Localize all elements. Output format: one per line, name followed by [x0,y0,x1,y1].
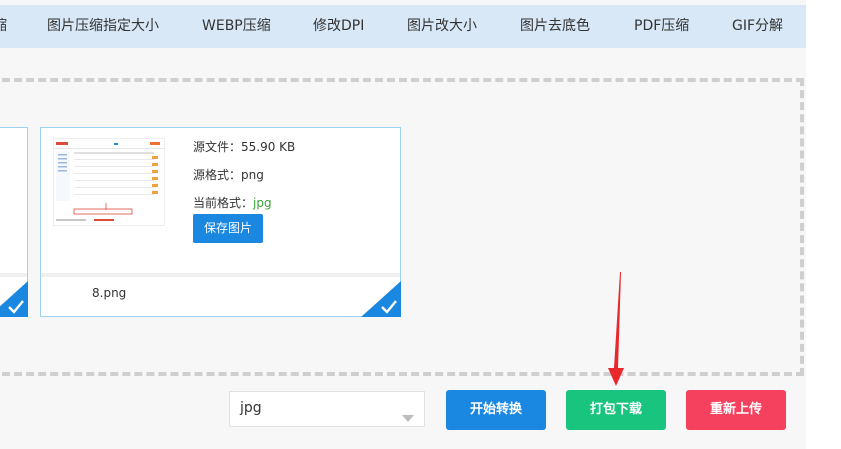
file-card[interactable]: 源文件：55.90 KB 源格式：png 当前格式：jpg 保存图片 8.png [40,127,401,317]
selected-check-icon [0,281,28,317]
nav-item-remove-background[interactable]: 图片去底色 [520,5,590,48]
nav-item-change-dpi[interactable]: 修改DPI [313,5,364,48]
nav-item-resize-image[interactable]: 图片改大小 [407,5,477,48]
source-format-info: 源格式：png [193,166,264,183]
selected-check-icon [361,281,401,317]
annotation-arrow-icon [604,272,628,388]
image-thumbnail [53,138,165,226]
source-format-label: 源格式： [193,168,242,182]
source-file-label: 源文件： [193,140,242,154]
file-card-previous[interactable] [0,127,28,317]
file-name: 8.png [92,286,127,300]
reupload-button[interactable]: 重新上传 [686,390,786,430]
start-convert-button[interactable]: 开始转换 [446,390,546,430]
nav-item-compress[interactable]: 缩 [0,5,7,48]
source-file-info: 源文件：55.90 KB [193,138,295,155]
nav-item-pdf-compress[interactable]: PDF压缩 [634,5,689,48]
source-file-size: 55.90 KB [241,140,296,154]
current-format-value: jpg [253,196,272,210]
pack-download-button[interactable]: 打包下载 [566,390,666,430]
card-divider [41,273,400,277]
page-margin [806,0,841,449]
output-format-value: jpg [240,400,262,416]
nav-item-webp-compress[interactable]: WEBP压缩 [202,5,271,48]
output-format-select[interactable]: jpg [229,391,425,427]
nav-item-gif-split[interactable]: GIF分解 [732,5,783,48]
top-nav: 缩 图片压缩指定大小 WEBP压缩 修改DPI 图片改大小 图片去底色 PDF压… [0,5,806,48]
card-divider [0,273,27,277]
source-format-value: png [241,168,264,182]
save-image-button[interactable]: 保存图片 [193,214,263,243]
current-format-label: 当前格式： [193,196,254,210]
current-format-info: 当前格式：jpg [193,194,272,211]
nav-item-compress-to-size[interactable]: 图片压缩指定大小 [47,5,159,48]
chevron-down-icon [402,407,414,426]
